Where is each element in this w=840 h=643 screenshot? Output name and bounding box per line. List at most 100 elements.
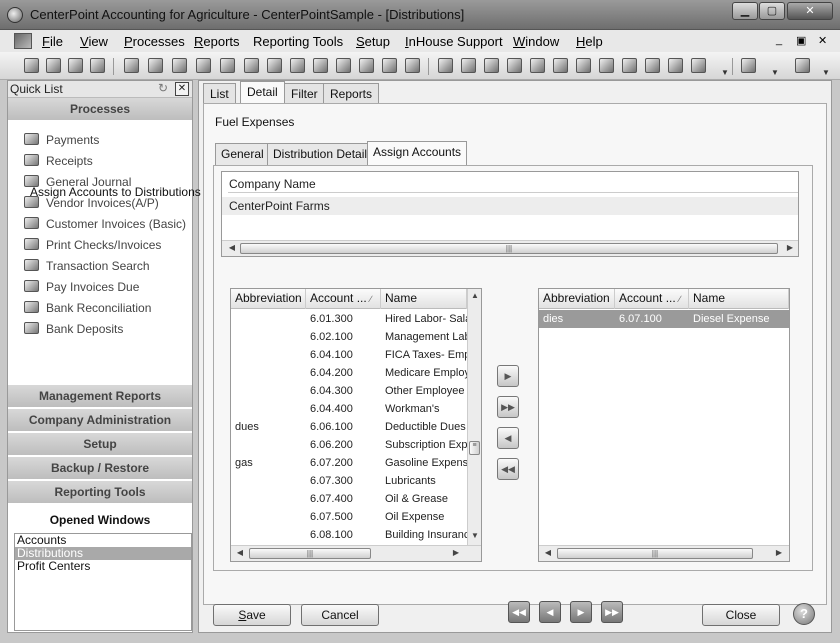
- toolbar-truck-icon[interactable]: [507, 58, 522, 73]
- scroll-thumb[interactable]: |||: [240, 243, 778, 254]
- toolbar-globe-dropdown[interactable]: ▼: [822, 68, 830, 77]
- table-row[interactable]: 6.04.200 Medicare Employ: [231, 364, 481, 382]
- column-header-name[interactable]: Name: [689, 289, 789, 309]
- previous-record-button[interactable]: ◀: [539, 601, 561, 623]
- table-row[interactable]: 6.04.100 FICA Taxes- Emp: [231, 346, 481, 364]
- toolbar-document-icon[interactable]: [461, 58, 476, 73]
- menu-inhouse-support[interactable]: InHouse Support: [405, 34, 503, 49]
- menu-reports[interactable]: Reports: [194, 34, 240, 49]
- processes-header[interactable]: Processes: [8, 98, 192, 121]
- scroll-thumb[interactable]: |||: [249, 548, 371, 559]
- add-all-accounts-button[interactable]: ▶▶: [497, 396, 519, 418]
- toolbar-payments-icon[interactable]: [124, 58, 139, 73]
- opened-window-profit-centers[interactable]: Profit Centers: [15, 560, 191, 573]
- toolbar-settings-icon[interactable]: [438, 58, 453, 73]
- table-row[interactable]: CenterPoint Farms: [222, 197, 798, 215]
- toolbar-people-icon[interactable]: [336, 58, 351, 73]
- menu-file[interactable]: File: [42, 34, 63, 49]
- tab-list[interactable]: List: [203, 83, 236, 105]
- mdi-minimize-button[interactable]: _: [776, 34, 782, 46]
- toolbar-dollar-icon[interactable]: [530, 58, 545, 73]
- table-row[interactable]: 6.07.400 Oil & Grease: [231, 490, 481, 508]
- remove-account-button[interactable]: ◀: [497, 427, 519, 449]
- toolbar-copy-icon[interactable]: [484, 58, 499, 73]
- refresh-icon[interactable]: ↻: [158, 82, 172, 96]
- table-row[interactable]: 6.02.100 Management Lab: [231, 328, 481, 346]
- scroll-right-icon[interactable]: ▶: [773, 548, 785, 557]
- toolbar-overflow-dropdown[interactable]: ▼: [721, 68, 729, 77]
- toolbar-transfer-icon[interactable]: [290, 58, 305, 73]
- save-button[interactable]: Save: [213, 604, 291, 626]
- section-company-administration[interactable]: Company Administration: [8, 409, 192, 432]
- column-header-abbreviation[interactable]: Abbreviation: [231, 289, 306, 309]
- table-row[interactable]: gas 6.07.200 Gasoline Expense: [231, 454, 481, 472]
- toolbar-search-icon[interactable]: [267, 58, 282, 73]
- scroll-left-icon[interactable]: ◀: [234, 548, 246, 557]
- section-reporting-tools[interactable]: Reporting Tools: [8, 481, 192, 504]
- toolbar-money-icon[interactable]: [599, 58, 614, 73]
- toolbar-hand-icon[interactable]: [691, 58, 706, 73]
- toolbar-coins-icon[interactable]: [68, 58, 83, 73]
- toolbar-report-icon[interactable]: [741, 58, 756, 73]
- toolbar-wand-icon[interactable]: [90, 58, 105, 73]
- menu-window[interactable]: Window: [513, 34, 559, 49]
- first-record-button[interactable]: ◀◀: [508, 601, 530, 623]
- toolbar-journal-icon[interactable]: [172, 58, 187, 73]
- add-account-button[interactable]: ▶: [497, 365, 519, 387]
- maximize-button[interactable]: ▢: [759, 2, 785, 20]
- available-grid-hscrollbar[interactable]: ◀ ||| ▶: [231, 545, 481, 561]
- menu-view[interactable]: View: [80, 34, 108, 49]
- toolbar-sync-icon[interactable]: [405, 58, 420, 73]
- menu-help[interactable]: Help: [576, 34, 603, 49]
- toolbar-clock-icon[interactable]: [622, 58, 637, 73]
- scroll-left-icon[interactable]: ◀: [226, 243, 238, 252]
- mdi-document-icon[interactable]: [14, 33, 32, 49]
- menu-reporting-tools[interactable]: Reporting Tools: [253, 34, 343, 49]
- last-record-button[interactable]: ▶▶: [601, 601, 623, 623]
- toolbar-home-icon[interactable]: [645, 58, 660, 73]
- close-window-button[interactable]: ✕: [787, 2, 833, 20]
- toolbar-customer-invoice-icon[interactable]: [220, 58, 235, 73]
- toolbar-receipts-icon[interactable]: [148, 58, 163, 73]
- column-header-account[interactable]: Account ... ∕: [615, 289, 689, 309]
- toolbar-printer-icon[interactable]: [244, 58, 259, 73]
- close-button[interactable]: Close: [702, 604, 780, 626]
- toolbar-pen-icon[interactable]: [313, 58, 328, 73]
- menu-setup[interactable]: Setup: [356, 34, 390, 49]
- table-row[interactable]: dues 6.06.100 Deductible Dues: [231, 418, 481, 436]
- column-header-abbreviation[interactable]: Abbreviation: [539, 289, 615, 309]
- table-row[interactable]: 6.07.500 Oil Expense: [231, 508, 481, 526]
- available-grid-vscrollbar[interactable]: ▲ ≡ ▼: [467, 289, 481, 547]
- toolbar-card-icon[interactable]: [668, 58, 683, 73]
- vscroll-thumb[interactable]: ≡: [469, 441, 480, 455]
- next-record-button[interactable]: ▶: [570, 601, 592, 623]
- table-row[interactable]: dies 6.07.100 Diesel Expense: [539, 310, 789, 328]
- remove-all-accounts-button[interactable]: ◀◀: [497, 458, 519, 480]
- section-backup-restore[interactable]: Backup / Restore: [8, 457, 192, 480]
- tab-detail[interactable]: Detail: [240, 81, 285, 105]
- scroll-left-icon[interactable]: ◀: [542, 548, 554, 557]
- toolbar-open-icon[interactable]: [24, 58, 39, 73]
- table-row[interactable]: 6.04.300 Other Employee: [231, 382, 481, 400]
- table-row[interactable]: 6.06.200 Subscription Expe: [231, 436, 481, 454]
- table-row[interactable]: 6.08.100 Building Insuranc: [231, 526, 481, 544]
- toolbar-globe-icon[interactable]: [795, 58, 810, 73]
- scroll-up-icon[interactable]: ▲: [468, 291, 481, 300]
- cancel-button[interactable]: Cancel: [301, 604, 379, 626]
- scroll-down-icon[interactable]: ▼: [468, 531, 481, 540]
- scroll-right-icon[interactable]: ▶: [450, 548, 462, 557]
- section-management-reports[interactable]: Management Reports: [8, 385, 192, 408]
- toolbar-list-icon[interactable]: [576, 58, 591, 73]
- mdi-restore-button[interactable]: ▣: [796, 34, 806, 47]
- scroll-thumb[interactable]: |||: [557, 548, 753, 559]
- help-icon[interactable]: ?: [793, 603, 815, 625]
- mdi-close-button[interactable]: ✕: [818, 34, 827, 47]
- minimize-button[interactable]: ▁: [732, 2, 758, 20]
- scroll-right-icon[interactable]: ▶: [784, 243, 796, 252]
- section-setup[interactable]: Setup: [8, 433, 192, 456]
- assigned-grid-hscrollbar[interactable]: ◀ ||| ▶: [539, 545, 789, 561]
- toolbar-book-icon[interactable]: [46, 58, 61, 73]
- subtab-general[interactable]: General: [215, 143, 270, 165]
- toolbar-calculator-icon[interactable]: [359, 58, 374, 73]
- table-row[interactable]: 6.07.300 Lubricants: [231, 472, 481, 490]
